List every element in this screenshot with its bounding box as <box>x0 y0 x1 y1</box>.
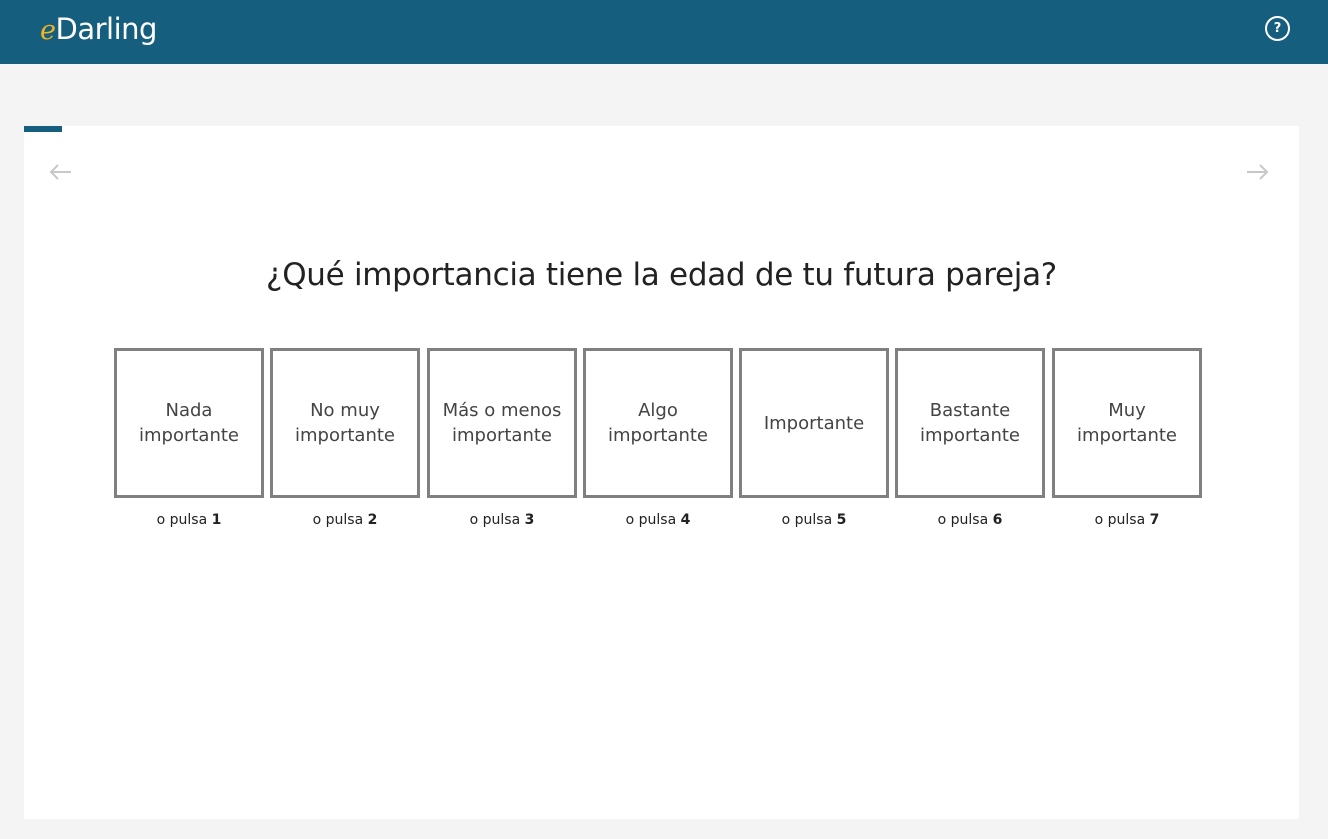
option-label: Algo importante <box>607 400 708 446</box>
option-3-button[interactable]: Más o menos importante <box>427 348 577 498</box>
logo-prefix: e <box>40 15 56 46</box>
hint-key: 6 <box>992 512 1003 528</box>
option-hint: o pulsa 6 <box>895 512 1045 528</box>
option-2: No muy importante o pulsa 2 <box>270 348 420 528</box>
arrow-left-icon[interactable] <box>48 159 74 185</box>
hint-prefix: o pulsa <box>937 512 989 528</box>
hint-key: 7 <box>1149 512 1160 528</box>
progress-bar <box>24 126 62 132</box>
hint-prefix: o pulsa <box>625 512 677 528</box>
option-6: Bastante importante o pulsa 6 <box>895 348 1045 528</box>
option-label: Más o menos importante <box>442 400 562 446</box>
option-hint: o pulsa 4 <box>583 512 733 528</box>
logo-text: Darling <box>55 12 157 46</box>
option-5-button[interactable]: Importante <box>739 348 889 498</box>
hint-prefix: o pulsa <box>156 512 208 528</box>
option-5: Importante o pulsa 5 <box>739 348 889 528</box>
hint-key: 1 <box>211 512 222 528</box>
question-card: ¿Qué importancia tiene la edad de tu fut… <box>24 126 1299 819</box>
option-4: Algo importante o pulsa 4 <box>583 348 733 528</box>
hint-prefix: o pulsa <box>1094 512 1146 528</box>
help-icon[interactable]: ? <box>1265 16 1290 41</box>
hint-key: 5 <box>836 512 847 528</box>
option-label: No muy importante <box>294 400 395 446</box>
option-label: Importante <box>763 412 865 434</box>
option-hint: o pulsa 1 <box>114 512 264 528</box>
option-hint: o pulsa 5 <box>739 512 889 528</box>
arrow-right-icon[interactable] <box>1244 159 1270 185</box>
option-2-button[interactable]: No muy importante <box>270 348 420 498</box>
option-7: Muy importante o pulsa 7 <box>1052 348 1202 528</box>
hint-key: 3 <box>524 512 535 528</box>
option-hint: o pulsa 7 <box>1052 512 1202 528</box>
hint-key: 2 <box>367 512 378 528</box>
option-1-button[interactable]: Nada importante <box>114 348 264 498</box>
option-3: Más o menos importante o pulsa 3 <box>427 348 577 528</box>
option-1: Nada importante o pulsa 1 <box>114 348 264 528</box>
option-7-button[interactable]: Muy importante <box>1052 348 1202 498</box>
option-label: Nada importante <box>138 400 239 446</box>
option-hint: o pulsa 3 <box>427 512 577 528</box>
answer-options: Nada importante o pulsa 1 No muy importa… <box>114 348 1204 538</box>
top-bar: eDarling ? <box>0 0 1328 64</box>
option-label: Muy importante <box>1076 400 1177 446</box>
hint-prefix: o pulsa <box>781 512 833 528</box>
hint-key: 4 <box>680 512 691 528</box>
hint-prefix: o pulsa <box>469 512 521 528</box>
option-6-button[interactable]: Bastante importante <box>895 348 1045 498</box>
option-label: Bastante importante <box>919 400 1020 446</box>
option-hint: o pulsa 2 <box>270 512 420 528</box>
question-title: ¿Qué importancia tiene la edad de tu fut… <box>266 256 1057 293</box>
hint-prefix: o pulsa <box>312 512 364 528</box>
option-4-button[interactable]: Algo importante <box>583 348 733 498</box>
edarling-logo[interactable]: eDarling <box>40 11 157 51</box>
